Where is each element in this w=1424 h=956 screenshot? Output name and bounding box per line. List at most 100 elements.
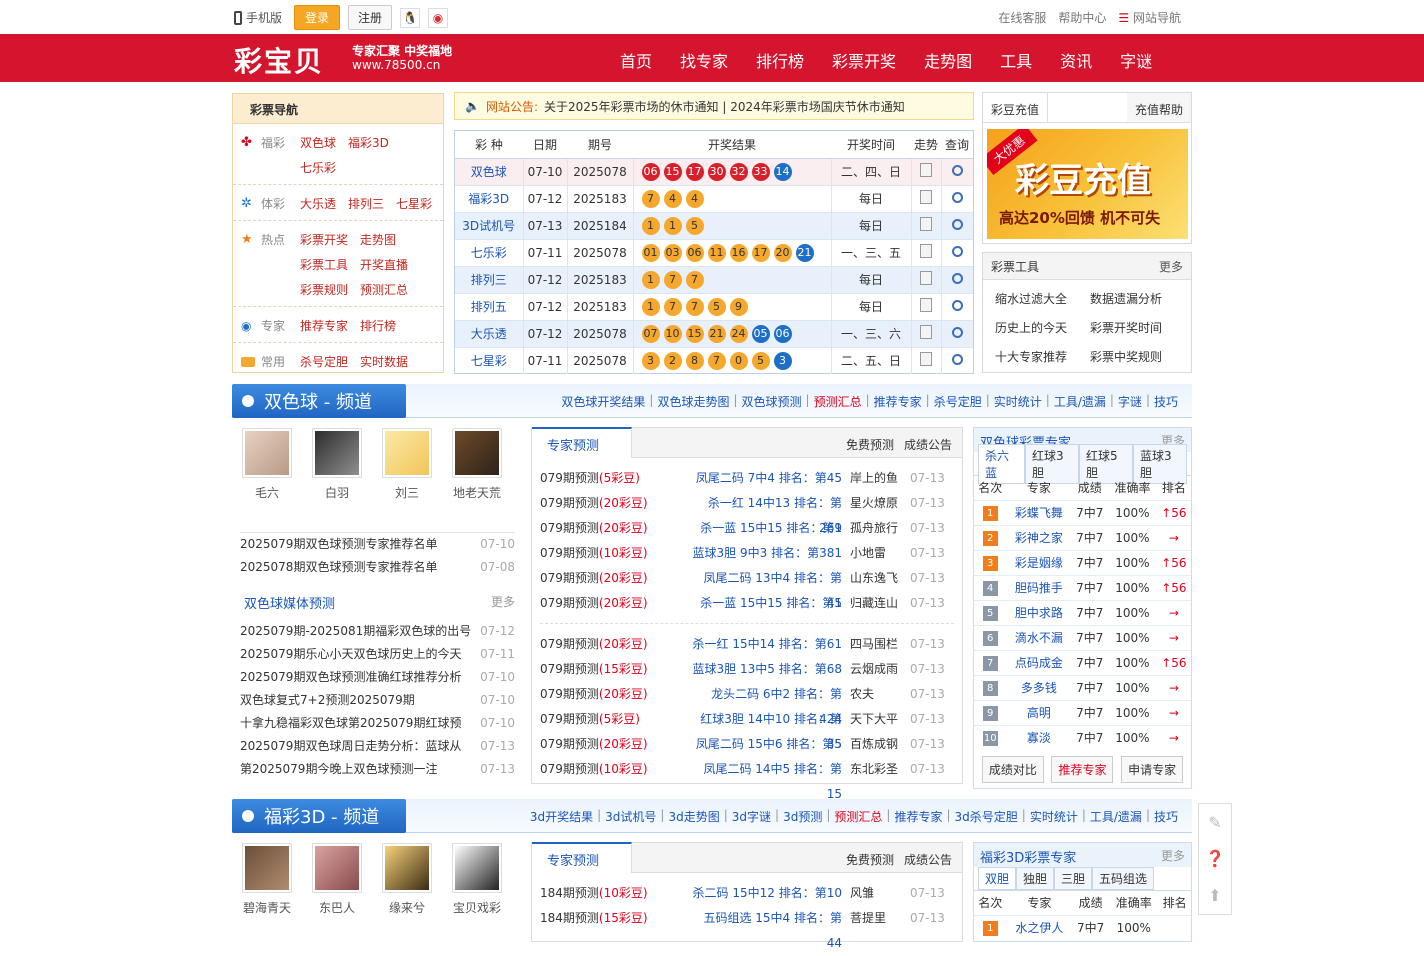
prediction-row[interactable]: 079期预测(5彩豆) 红球3胆 14中10 排名：第35 天下大平 07-13 — [532, 707, 962, 751]
expert-avatar-card[interactable]: 刘三 — [372, 428, 442, 501]
score-notice-link[interactable]: 成绩公告 — [904, 851, 952, 868]
tool-link[interactable]: 十大专家推荐 — [995, 348, 1084, 365]
recommend-button[interactable]: 推荐专家 — [1051, 756, 1114, 783]
search-icon[interactable] — [951, 245, 963, 257]
pred-expert[interactable]: 山东逸飞 — [850, 566, 910, 591]
expert-avatar-card[interactable]: 宝贝戏彩 — [442, 843, 512, 916]
lottery-name[interactable]: 七星彩 — [455, 346, 524, 374]
prediction-row[interactable]: 079期预测(20彩豆) 凤尾二码 15中6 排名：第5 百炼成钢 07-13 — [532, 732, 962, 757]
pred-method[interactable]: 凤尾二码 7中4 排名：第45 — [690, 466, 850, 491]
channel-link[interactable]: 双色球开奖结果 — [561, 393, 645, 410]
nav-link-trend[interactable]: 走势图 — [360, 231, 396, 248]
pred-method[interactable]: 凤尾二码 13中4 排名：第45 — [690, 566, 850, 610]
tool-link[interactable]: 历史上的今天 — [995, 319, 1084, 336]
rank-tab[interactable]: 杀六蓝 — [978, 443, 1026, 484]
channel-link[interactable]: 技巧 — [1154, 808, 1178, 825]
trend-icon[interactable] — [920, 298, 932, 312]
tab-recharge-help[interactable]: 充值帮助 — [1126, 93, 1191, 122]
nav-trend-chart[interactable]: 走势图 — [924, 48, 972, 72]
weibo-icon[interactable]: ◉ — [428, 7, 449, 28]
search-icon[interactable] — [951, 299, 963, 311]
rank-expert-name[interactable]: 高明 — [1006, 699, 1072, 725]
pred-method[interactable]: 杀一红 15中14 排名：第61 — [690, 632, 850, 657]
tools-more-link[interactable]: 更多 — [1159, 258, 1183, 274]
nav-link-qlc[interactable]: 七乐彩 — [300, 159, 336, 176]
nav-link-realtime[interactable]: 实时数据 — [360, 353, 408, 370]
pred-expert[interactable]: 星火燎原 — [850, 491, 910, 516]
expert-avatar-card[interactable]: 白羽 — [302, 428, 372, 501]
channel-link[interactable]: 推荐专家 — [874, 393, 922, 410]
list-item[interactable]: 2025079期双色球预测专家推荐名单 07-10 — [240, 533, 515, 556]
prediction-row[interactable]: 079期预测(20彩豆) 杀一红 15中14 排名：第61 四马围栏 07-13 — [532, 632, 962, 657]
nav-tools[interactable]: 工具 — [1000, 48, 1032, 72]
pred-expert[interactable]: 岸上的鱼 — [850, 466, 910, 491]
prediction-row[interactable]: 079期预测(20彩豆) 龙头二码 6中2 排名：第424 农夫 07-13 — [532, 682, 962, 726]
nav-link-ranking[interactable]: 排行榜 — [360, 317, 396, 334]
apply-button[interactable]: 申请专家 — [1121, 756, 1184, 783]
tab-recharge[interactable]: 彩豆充值 — [983, 93, 1049, 122]
pred-method[interactable]: 蓝球3胆 13中5 排名：第68 — [690, 657, 850, 682]
pred-expert[interactable]: 孤舟旅行 — [850, 516, 910, 541]
online-service-link[interactable]: 在线客服 — [998, 9, 1046, 26]
search-icon[interactable] — [951, 164, 963, 176]
list-item[interactable]: 2025079期-2025081期福彩双色球的出号 07-12 — [240, 620, 515, 643]
trend-icon[interactable] — [920, 190, 932, 204]
nav-draw-results[interactable]: 彩票开奖 — [832, 48, 896, 72]
channel-link[interactable]: 预测汇总 — [834, 808, 882, 825]
pred-method[interactable]: 杀一蓝 15中15 排名：第1 — [690, 591, 850, 616]
search-icon[interactable] — [951, 272, 963, 284]
score-notice-link[interactable]: 成绩公告 — [904, 436, 952, 453]
nav-link-draws[interactable]: 彩票开奖 — [300, 231, 348, 248]
nav-riddle[interactable]: 字谜 — [1120, 48, 1152, 72]
prediction-row[interactable]: 079期预测(5彩豆) 凤尾二码 7中4 排名：第45 岸上的鱼 07-13 — [532, 466, 962, 491]
edit-icon[interactable]: ✎ — [1208, 813, 1221, 832]
lottery-name[interactable]: 3D试机号 — [455, 211, 524, 239]
channel-link[interactable]: 杀号定胆 — [934, 393, 982, 410]
notice-text[interactable]: 关于2025年彩票市场的休市通知 | 2024年彩票市场国庆节休市通知 — [544, 98, 905, 115]
nav-link-tools[interactable]: 彩票工具 — [300, 256, 348, 273]
channel-link[interactable]: 3d开奖结果 — [530, 808, 593, 825]
tool-link[interactable]: 彩票开奖时间 — [1090, 319, 1179, 336]
rank-expert-name[interactable]: 滴水不漏 — [1006, 624, 1072, 650]
prediction-row[interactable]: 079期预测(10彩豆) 凤尾二码 14中5 排名：第15 东北彩圣 07-13 — [532, 757, 962, 801]
pred-expert[interactable]: 小地雷 — [850, 541, 910, 566]
nav-link-live[interactable]: 开奖直播 — [360, 256, 408, 273]
pred-expert[interactable]: 四马围栏 — [850, 632, 910, 657]
pred-method[interactable]: 凤尾二码 15中6 排名：第5 — [690, 732, 850, 757]
rank-expert-name[interactable]: 彩是姻缘 — [1006, 549, 1072, 575]
list-item[interactable]: 2025079期双色球周日走势分析：蓝球从 07-13 — [240, 735, 515, 758]
tab-expert-pred[interactable]: 专家预测 — [532, 427, 632, 458]
pred-expert[interactable]: 东北彩圣 — [850, 757, 910, 782]
trend-icon[interactable] — [920, 352, 932, 367]
lottery-name[interactable]: 福彩3D — [455, 184, 524, 212]
channel-link[interactable]: 工具/遗漏 — [1090, 808, 1142, 825]
media-pred-more[interactable]: 更多 — [491, 593, 519, 612]
trend-icon[interactable] — [920, 244, 932, 258]
logo[interactable]: 彩宝贝 — [234, 40, 324, 80]
trend-icon[interactable] — [920, 271, 932, 285]
list-item[interactable]: 十拿九稳福彩双色球第2025079期红球预 07-10 — [240, 712, 515, 735]
pred-method[interactable]: 龙头二码 6中2 排名：第424 — [690, 682, 850, 726]
fc3d-channel-title[interactable]: 福彩3D - 频道 — [232, 799, 406, 833]
expert-avatar-card[interactable]: 缘来兮 — [372, 843, 442, 916]
list-item[interactable]: 第2025079期今晚上双色球预测一注 07-13 — [240, 758, 515, 781]
nav-news[interactable]: 资讯 — [1060, 48, 1092, 72]
pred-method[interactable]: 红球3胆 14中10 排名：第35 — [690, 707, 850, 751]
rank-expert-name[interactable]: 寡淡 — [1006, 724, 1072, 750]
tool-link[interactable]: 数据遗漏分析 — [1090, 290, 1179, 307]
rank-tab[interactable]: 红球3胆 — [1025, 443, 1080, 484]
nav-link-dlt[interactable]: 大乐透 — [300, 195, 336, 212]
channel-link[interactable]: 技巧 — [1154, 393, 1178, 410]
nav-link-recommend[interactable]: 推荐专家 — [300, 317, 348, 334]
expert-avatar-card[interactable]: 碧海青天 — [232, 843, 302, 916]
pred-method[interactable]: 杀二码 15中12 排名：第10 — [690, 881, 850, 906]
pred-expert[interactable]: 菩提里 — [850, 906, 910, 931]
list-item[interactable]: 2025078期双色球预测专家推荐名单 07-08 — [240, 556, 515, 579]
channel-link[interactable]: 实时统计 — [1030, 808, 1078, 825]
lottery-name[interactable]: 双色球 — [455, 157, 524, 185]
rank-tab[interactable]: 双胆 — [978, 867, 1017, 890]
channel-link[interactable]: 实时统计 — [994, 393, 1042, 410]
nav-link-kill[interactable]: 杀号定胆 — [300, 353, 348, 370]
pred-expert[interactable]: 云烟成雨 — [850, 657, 910, 682]
expert-avatar-card[interactable]: 地老天荒 — [442, 428, 512, 501]
